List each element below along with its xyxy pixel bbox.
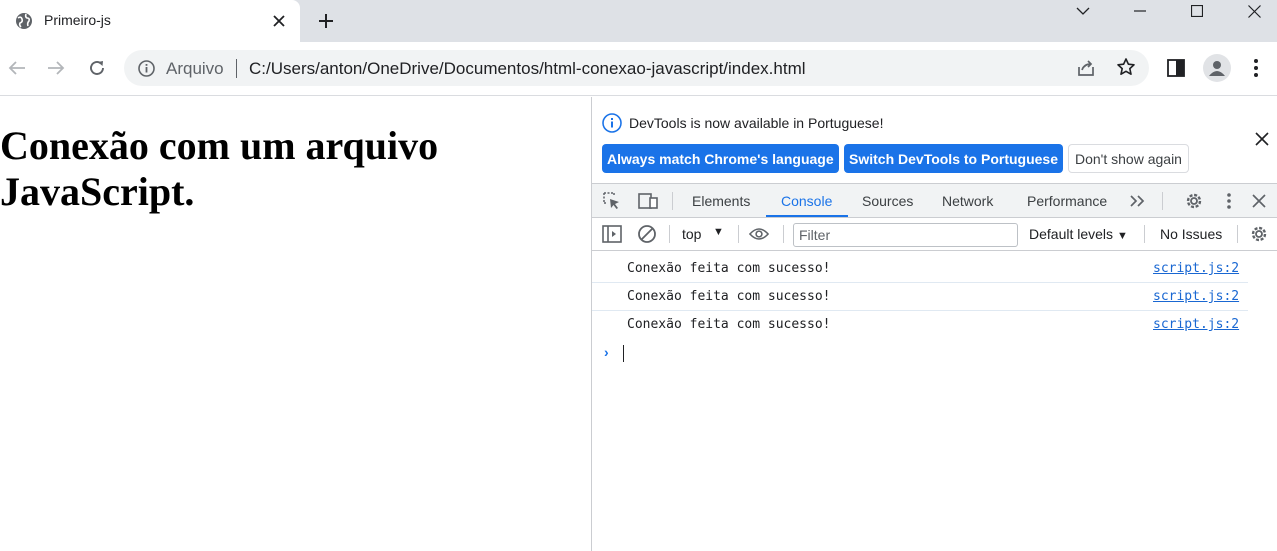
- info-icon: [602, 113, 622, 133]
- infobar-message: DevTools is now available in Portuguese!: [629, 115, 884, 131]
- console-message-text: Conexão feita com sucesso!: [627, 289, 831, 304]
- tab-strip: Primeiro-js: [0, 0, 1277, 42]
- divider: [1144, 225, 1145, 243]
- gear-icon[interactable]: [1184, 191, 1204, 211]
- minimize-icon[interactable]: [1117, 0, 1163, 22]
- close-icon[interactable]: [269, 11, 289, 31]
- more-tabs-icon[interactable]: [1128, 191, 1148, 211]
- divider: [738, 225, 739, 243]
- console-message: Conexão feita com sucesso! script.js:2: [592, 255, 1248, 283]
- sidebar-toggle-icon[interactable]: [602, 224, 622, 244]
- filter-input[interactable]: [793, 223, 1018, 247]
- tab-console[interactable]: Console: [781, 193, 832, 209]
- log-levels-dropdown[interactable]: Default levels ▼: [1029, 226, 1128, 242]
- plus-icon[interactable]: [314, 9, 338, 33]
- clear-console-icon[interactable]: [637, 224, 657, 244]
- browser-toolbar: Arquivo C:/Users/anton/OneDrive/Document…: [0, 42, 1277, 96]
- divider: [672, 192, 673, 210]
- language-infobar: DevTools is now available in Portuguese!…: [592, 97, 1277, 183]
- divider: [236, 59, 237, 78]
- globe-icon: [16, 13, 32, 29]
- gear-icon[interactable]: [1249, 224, 1269, 244]
- issues-counter[interactable]: No Issues: [1160, 226, 1222, 242]
- tab-title: Primeiro-js: [44, 12, 111, 28]
- console-source-link[interactable]: script.js:2: [1153, 289, 1239, 304]
- tab-elements[interactable]: Elements: [692, 193, 750, 209]
- kebab-menu-icon[interactable]: [1219, 191, 1239, 211]
- caret-down-icon: ▼: [1116, 230, 1128, 242]
- side-panel-icon[interactable]: [1164, 56, 1188, 80]
- close-window-icon[interactable]: [1231, 0, 1277, 22]
- kebab-menu-icon[interactable]: [1244, 56, 1268, 80]
- switch-language-button[interactable]: Switch DevTools to Portuguese: [844, 144, 1063, 173]
- console-message: Conexão feita com sucesso! script.js:2: [592, 283, 1248, 311]
- url-text[interactable]: C:/Users/anton/OneDrive/Documentos/html-…: [249, 59, 806, 79]
- page-heading: Conexão com um arquivo JavaScript.: [0, 123, 439, 214]
- share-icon[interactable]: [1076, 58, 1096, 78]
- console-source-link[interactable]: script.js:2: [1153, 317, 1239, 332]
- devtools-panel: DevTools is now available in Portuguese!…: [591, 97, 1277, 551]
- info-icon[interactable]: [138, 60, 155, 77]
- tab-sources[interactable]: Sources: [862, 193, 913, 209]
- console-message: Conexão feita com sucesso! script.js:2: [592, 311, 1248, 339]
- maximize-icon[interactable]: [1174, 0, 1220, 22]
- device-toolbar-icon[interactable]: [638, 191, 658, 211]
- divider: [669, 225, 670, 243]
- chevron-down-icon[interactable]: [1060, 0, 1106, 22]
- url-scheme-label: Arquivo: [166, 59, 224, 78]
- browser-tab[interactable]: Primeiro-js: [0, 0, 300, 42]
- address-bar[interactable]: Arquivo C:/Users/anton/OneDrive/Document…: [124, 50, 1149, 86]
- dont-show-again-button[interactable]: Don't show again: [1068, 144, 1189, 173]
- arrow-right-icon[interactable]: [44, 56, 68, 80]
- console-toolbar: top ▼ Default levels ▼ No Issues: [592, 218, 1277, 251]
- log-levels-label: Default levels: [1029, 226, 1114, 242]
- tab-network[interactable]: Network: [942, 193, 993, 209]
- console-prompt-chevron-icon: ›: [604, 344, 609, 360]
- divider: [1237, 225, 1238, 243]
- caret-down-icon: ▼: [713, 226, 724, 238]
- console-message-text: Conexão feita com sucesso!: [627, 317, 831, 332]
- context-selector[interactable]: top: [682, 226, 701, 242]
- eye-icon[interactable]: [749, 224, 769, 244]
- inspect-element-icon[interactable]: [602, 191, 622, 211]
- divider: [1162, 192, 1163, 210]
- close-icon[interactable]: [1249, 191, 1269, 211]
- console-message-text: Conexão feita com sucesso!: [627, 261, 831, 276]
- profile-icon[interactable]: [1203, 54, 1231, 82]
- console-input-caret[interactable]: [623, 345, 624, 362]
- reload-icon[interactable]: [85, 56, 109, 80]
- arrow-left-icon[interactable]: [5, 56, 29, 80]
- page-viewport: Conexão com um arquivo JavaScript.: [0, 97, 591, 551]
- close-icon[interactable]: [1254, 131, 1270, 147]
- match-language-button[interactable]: Always match Chrome's language: [602, 144, 839, 173]
- divider: [783, 225, 784, 243]
- devtools-tabbar: Elements Console Sources Network Perform…: [592, 183, 1277, 218]
- console-source-link[interactable]: script.js:2: [1153, 261, 1239, 276]
- star-icon[interactable]: [1116, 57, 1136, 77]
- tab-performance[interactable]: Performance: [1027, 193, 1107, 209]
- active-tab-indicator: [766, 215, 848, 217]
